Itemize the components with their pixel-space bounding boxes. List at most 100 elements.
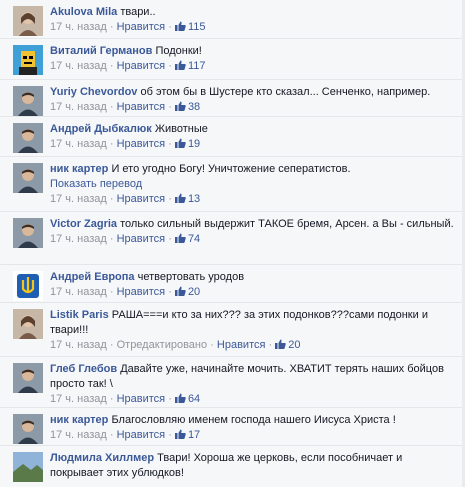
like-count[interactable]: 17 — [174, 429, 200, 441]
meta-separator: · — [109, 21, 114, 33]
like-count-value: 20 — [288, 339, 301, 351]
like-button[interactable]: Нравится — [117, 393, 166, 405]
like-count[interactable]: 20 — [275, 339, 301, 351]
comment-body: ник картер И ето угодно Богу! Уничтожени… — [50, 157, 457, 207]
meta-separator: · — [268, 339, 273, 351]
show-translation-link[interactable]: Показать перевод — [50, 177, 457, 192]
comment-author[interactable]: Глеб Глебов — [50, 363, 117, 375]
like-count-value: 38 — [187, 101, 201, 113]
comment-text: четвертовать уродов — [137, 271, 245, 283]
comment-author[interactable]: Виталий Германов — [50, 45, 152, 57]
like-count-value: 74 — [187, 233, 201, 245]
meta-separator: · — [168, 101, 172, 113]
meta-separator: · — [109, 286, 114, 298]
like-button[interactable]: Нравится — [217, 339, 266, 351]
like-button[interactable]: Нравится — [117, 21, 166, 33]
comment-line: Андрей Дыбкалюк Животные — [50, 122, 457, 137]
comment-body: ник картер Благословляю именем господа н… — [50, 408, 457, 443]
comment-meta: 17 ч. назад · Нравится · 64 — [50, 392, 457, 407]
like-count[interactable]: 74 — [174, 233, 201, 245]
comment-timestamp[interactable]: 17 ч. назад — [50, 101, 107, 113]
comment-item: Глеб Глебов Давайте уже, начинайте мочит… — [0, 356, 465, 407]
like-count-value: 20 — [187, 286, 201, 298]
comment-timestamp[interactable]: 17 ч. назад — [50, 393, 107, 405]
comment-author[interactable]: Victor Zagria — [50, 218, 117, 230]
comment-author[interactable]: Akulova Mila — [50, 6, 117, 18]
like-button[interactable]: Нравится — [117, 193, 166, 205]
comment-author[interactable]: Yuriy Chevordov — [50, 86, 137, 98]
comment-item: Людмила Хиллмер Твари! Хороша же церковь… — [0, 445, 465, 485]
comment-line: Listik Paris РАША===и кто за них??? за э… — [50, 308, 457, 338]
comment-timestamp[interactable]: 17 ч. назад — [50, 233, 107, 245]
meta-separator: · — [109, 193, 114, 205]
comment-item: Виталий Германов Подонки! 17 ч. назад · Н… — [0, 38, 465, 79]
thumbs-up-icon — [174, 393, 186, 403]
comment-timestamp[interactable]: 17 ч. назад — [50, 339, 107, 351]
comment-timestamp[interactable]: 17 ч. назад — [50, 193, 107, 205]
comment-text: только сильный выдержит ТАКОЕ бремя, Арс… — [120, 218, 454, 230]
meta-separator: · — [109, 138, 114, 150]
comment-timestamp[interactable]: 17 ч. назад — [50, 429, 107, 441]
avatar[interactable] — [13, 414, 43, 444]
comment-timestamp[interactable]: 17 ч. назад — [50, 21, 107, 33]
comment-body: Глеб Глебов Давайте уже, начинайте мочит… — [50, 357, 457, 407]
comment-meta: 17 ч. назад · Нравится · 115 — [50, 20, 457, 35]
avatar[interactable] — [13, 163, 43, 193]
avatar[interactable] — [13, 271, 43, 301]
thumbs-up-icon — [174, 60, 186, 70]
avatar[interactable] — [13, 123, 43, 153]
avatar[interactable] — [13, 363, 43, 393]
comment-author[interactable]: Андрей Европа — [50, 271, 135, 283]
avatar[interactable] — [13, 6, 43, 36]
comment-item: Андрей Европа четвертовать уродов 17 ч. н… — [0, 264, 465, 302]
comment-body: Victor Zagria только сильный выдержит ТА… — [50, 212, 457, 247]
thumbs-up-icon — [174, 286, 186, 296]
like-button[interactable]: Нравится — [117, 286, 166, 298]
comment-timestamp[interactable]: 17 ч. назад — [50, 138, 107, 150]
comment-text: твари.. — [120, 6, 156, 18]
like-count[interactable]: 38 — [174, 101, 201, 113]
like-count-value: 64 — [187, 393, 201, 405]
comment-body: Listik Paris РАША===и кто за них??? за э… — [50, 303, 457, 353]
like-count[interactable]: 64 — [174, 393, 201, 405]
like-count[interactable]: 117 — [174, 60, 205, 72]
like-count[interactable]: 13 — [174, 193, 200, 205]
like-count[interactable]: 20 — [174, 286, 201, 298]
comment-body: Андрей Европа четвертовать уродов 17 ч. н… — [50, 265, 457, 300]
meta-separator: · — [109, 101, 114, 113]
comment-text: Благословляю именем господа нашего Иисус… — [111, 414, 396, 426]
comment-author[interactable]: Людмила Хиллмер — [50, 452, 154, 464]
like-button[interactable]: Нравится — [117, 138, 166, 150]
like-count[interactable]: 115 — [174, 21, 206, 33]
comment-timestamp[interactable]: 17 ч. назад — [50, 60, 107, 72]
comment-timestamp[interactable]: 17 ч. назад — [50, 286, 107, 298]
comment-line: ник картер И ето угодно Богу! Уничтожени… — [50, 162, 457, 177]
like-button[interactable]: Нравится — [117, 101, 166, 113]
like-count-value: 115 — [187, 21, 206, 33]
avatar[interactable] — [13, 45, 43, 75]
comment-author[interactable]: ник картер — [50, 414, 108, 426]
comment-item: ник картер Благословляю именем господа н… — [0, 407, 465, 445]
like-button[interactable]: Нравится — [117, 233, 166, 245]
comment-text: Животные — [154, 123, 208, 135]
avatar[interactable] — [13, 309, 43, 339]
comment-meta: 17 ч. назад · Нравится · 117 — [50, 59, 457, 74]
avatar[interactable] — [13, 452, 43, 482]
comment-line: Глеб Глебов Давайте уже, начинайте мочит… — [50, 362, 457, 392]
comment-body: Андрей Дыбкалюк Животные 17 ч. назад · Нр… — [50, 117, 457, 152]
comment-body: Виталий Германов Подонки! 17 ч. назад · Н… — [50, 39, 457, 74]
meta-separator: · — [109, 233, 114, 245]
comment-author[interactable]: Андрей Дыбкалюк — [50, 123, 152, 135]
avatar[interactable] — [13, 86, 43, 116]
comment-line: Victor Zagria только сильный выдержит ТА… — [50, 217, 457, 232]
like-button[interactable]: Нравится — [117, 429, 166, 441]
meta-separator: · — [168, 193, 172, 205]
comment-meta: 17 ч. назад · Нравится · 74 — [50, 232, 457, 247]
comment-author[interactable]: ник картер — [50, 163, 108, 175]
like-count[interactable]: 19 — [174, 138, 200, 150]
meta-separator: · — [109, 339, 114, 351]
comment-meta: 17 ч. назад · Нравится · 20 — [50, 285, 457, 300]
comment-author[interactable]: Listik Paris — [50, 309, 109, 321]
like-button[interactable]: Нравится — [117, 60, 166, 72]
avatar[interactable] — [13, 218, 43, 248]
